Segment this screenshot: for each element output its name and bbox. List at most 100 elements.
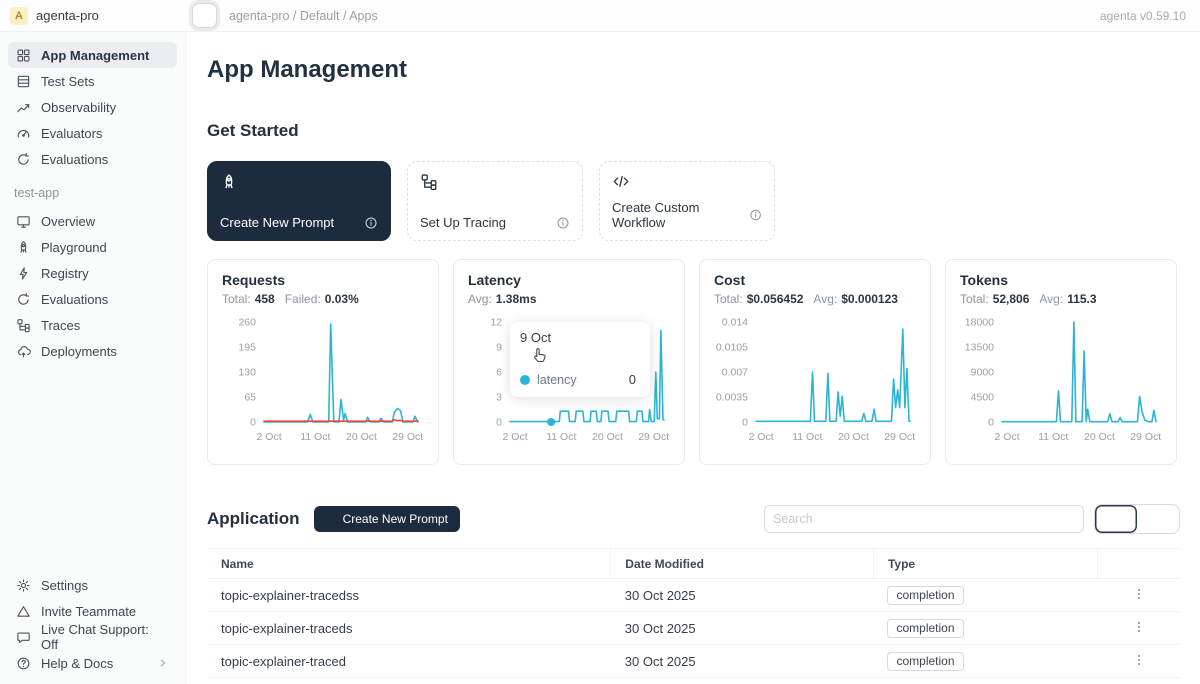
workspace-name: agenta-pro [36,8,99,23]
cloud-up-icon [16,344,31,359]
table-row-career-assessment[interactable]: career-assessment27 Oct 2025completion [207,678,1180,684]
sidebar-app-item-playground[interactable]: Playground [8,234,177,260]
create-new-prompt-button[interactable]: Create New Prompt [314,506,460,532]
gauge-icon [16,126,31,141]
kpi-chart-tokens[interactable]: 18000135009000450002 Oct11 Oct20 Oct29 O… [960,310,1164,462]
get-started-card-create-new-prompt[interactable]: Create New Prompt [207,161,391,241]
kpi-stats: Total:$0.056452Avg:$0.000123 [714,292,916,306]
card-view-button[interactable] [1137,505,1179,533]
search-icon[interactable] [1061,512,1075,526]
tooltip-series-label: latency [537,373,577,387]
sidebar-item-label: Overview [41,214,95,229]
page-title: App Management [207,56,1180,84]
svg-text:0.0105: 0.0105 [716,342,748,354]
svg-text:13500: 13500 [965,342,994,354]
kpi-chart-requests[interactable]: 2601951306502 Oct11 Oct20 Oct29 Oct [222,310,426,462]
tooltip-value: 0 [629,372,640,387]
sidebar-item-test-sets[interactable]: Test Sets [8,68,177,94]
svg-text:29 Oct: 29 Oct [884,431,915,443]
row-actions-icon[interactable] [1132,587,1146,601]
sidebar-app-item-traces[interactable]: Traces [8,312,177,338]
sidebar-item-observability[interactable]: Observability [8,94,177,120]
kpi-card-cost: CostTotal:$0.056452Avg:$0.0001230.0140.0… [699,259,931,465]
refresh-icon [16,152,31,167]
sidebar-item-label: Traces [41,318,80,333]
cell-date-modified: 30 Oct 2025 [611,612,874,645]
sidebar-item-app-management[interactable]: App Management [8,42,177,68]
sidebar-app-item-registry[interactable]: Registry [8,260,177,286]
svg-text:29 Oct: 29 Oct [1130,431,1161,443]
sidebar-item-evaluators[interactable]: Evaluators [8,120,177,146]
sidebar-app-item-deployments[interactable]: Deployments [8,338,177,364]
application-heading: Application [207,509,300,529]
cell-date-modified: 30 Oct 2025 [611,579,874,612]
chart-line-icon [16,100,31,115]
search-input[interactable] [773,512,1061,526]
svg-text:20 Oct: 20 Oct [838,431,869,443]
sidebar-item-label: Evaluators [41,126,102,141]
gear-icon [16,578,31,593]
type-badge: completion [887,619,963,638]
info-icon [749,208,762,222]
cell-date-modified: 30 Oct 2025 [611,645,874,678]
kpi-stats: Total:52,806Avg:115.3 [960,292,1162,306]
kpi-card-requests: RequestsTotal:458Failed:0.03%26019513065… [207,259,439,465]
svg-text:2 Oct: 2 Oct [503,431,528,443]
table-row-topic-explainer-traced[interactable]: topic-explainer-traced30 Oct 2025complet… [207,645,1180,678]
svg-text:29 Oct: 29 Oct [392,431,423,443]
sidebar-toggle-button[interactable] [192,3,217,28]
sidebar-item-label: Deployments [41,344,117,359]
sidebar-section-label: test-app [0,172,185,208]
table-row-topic-explainer-traceds[interactable]: topic-explainer-traceds30 Oct 2025 comple… [207,612,1180,645]
row-actions-icon[interactable] [1132,653,1146,667]
sidebar-app-item-evaluations[interactable]: Evaluations [8,286,177,312]
table-header-row: Name Date Modified Type [207,549,1180,579]
sidebar-bottom-item-invite-teammate[interactable]: Invite Teammate [8,598,177,624]
version-label: agenta v0.59.10 [1100,9,1186,23]
type-badge: completion [887,586,963,605]
sidebar-main-nav: App ManagementTest SetsObservability Eval… [0,42,185,172]
get-started-card-set-up-tracing[interactable]: Set Up Tracing [407,161,583,241]
code-icon [612,173,630,191]
table-view-icon [1108,511,1124,527]
sidebar-item-label: Help & Docs [41,656,113,671]
get-started-card-create-custom-workflow[interactable]: Create Custom Workflow [599,161,775,241]
kpi-card-latency: LatencyAvg:1.38ms1296302 Oct11 Oct20 Oct… [453,259,685,465]
search-box [764,505,1084,533]
svg-text:2 Oct: 2 Oct [749,431,774,443]
tooltip-date: 9 Oct [520,330,640,345]
svg-text:11 Oct: 11 Oct [1038,431,1068,443]
kpi-stats: Total:458Failed:0.03% [222,292,424,306]
sidebar-bottom-item-settings[interactable]: Settings [8,572,177,598]
svg-text:29 Oct: 29 Oct [638,431,669,443]
main-content: App Management Get Started Create New Pr… [186,32,1200,684]
column-header-type: Type [873,549,1097,579]
sidebar-bottom-item-help-docs[interactable]: Help & Docs [8,650,177,676]
cell-name: topic-explainer-traceds [207,612,611,645]
table-row-topic-explainer-tracedss[interactable]: topic-explainer-tracedss30 Oct 2025compl… [207,579,1180,612]
sidebar-item-label: Evaluations [41,292,108,307]
card-label: Create Custom Workflow [612,200,749,230]
sidebar-bottom-item-live-chat-support-off[interactable]: Live Chat Support: Off [8,624,177,650]
svg-text:20 Oct: 20 Oct [592,431,623,443]
cell-name: career-assessment [207,678,611,684]
view-toggle [1094,504,1180,534]
info-icon [556,216,570,230]
svg-text:130: 130 [238,367,256,379]
breadcrumb[interactable]: agenta-pro / Default / Apps [229,9,378,23]
table-view-button[interactable] [1095,505,1137,533]
rocket-icon [220,173,238,191]
chat-icon [16,630,31,645]
sidebar-item-label: Playground [41,240,107,255]
cell-type: completion [873,678,1097,684]
kpi-card-tokens: TokensTotal:52,806Avg:115.31800013500900… [945,259,1177,465]
sidebar-app-item-overview[interactable]: Overview [8,208,177,234]
get-started-cards: Create New PromptSet Up Tracing Create Cu… [207,161,1180,241]
workspace-switcher[interactable]: A agenta-pro [10,7,178,25]
row-actions-icon[interactable] [1132,620,1146,634]
sidebar-item-label: Registry [41,266,89,281]
kpi-chart-cost[interactable]: 0.0140.01050.0070.003502 Oct11 Oct20 Oct… [714,310,918,462]
column-settings-icon[interactable] [1132,555,1146,569]
svg-text:0: 0 [742,417,748,429]
sidebar-item-evaluations[interactable]: Evaluations [8,146,177,172]
